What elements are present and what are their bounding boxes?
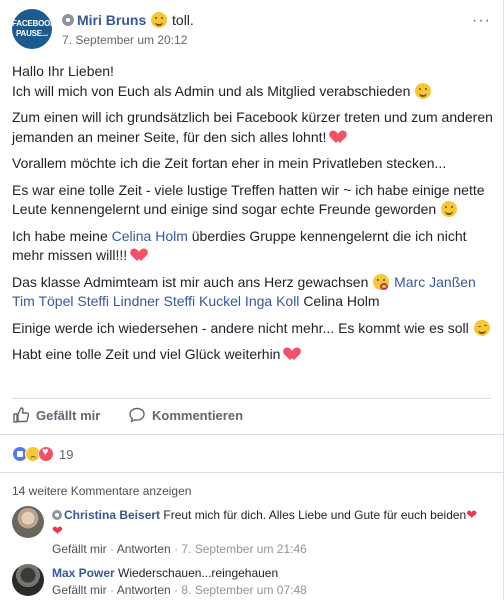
thumbs-up-icon bbox=[13, 407, 30, 423]
group-avatar[interactable]: FACEBOOK PAUSE... bbox=[12, 9, 52, 49]
heart-emoji-icon bbox=[330, 130, 346, 144]
like-button[interactable]: Gefällt mir bbox=[12, 406, 100, 424]
comment-time[interactable]: 8. September um 07:48 bbox=[181, 583, 306, 597]
love-reaction-icon bbox=[38, 446, 54, 462]
farewell-line: Ich will mich von Euch als Admin und als… bbox=[12, 82, 411, 99]
comment-meta: Gefällt mir · Antworten · 7. September u… bbox=[52, 542, 307, 556]
heart-emoji-icon bbox=[284, 347, 300, 361]
divider bbox=[0, 472, 503, 473]
comment-meta: Gefällt mir · Antworten · 8. September u… bbox=[52, 583, 307, 597]
comment-body: Wiederschauen...reingehauen bbox=[118, 566, 279, 580]
more-options-button[interactable]: ··· bbox=[472, 12, 491, 30]
feeling-emoji-icon bbox=[151, 12, 168, 28]
comment-label: Kommentieren bbox=[152, 407, 244, 423]
reaction-count: 19 bbox=[59, 446, 74, 462]
comment-reply-link[interactable]: Antworten bbox=[117, 583, 171, 597]
paragraph-6-before: Das klasse Admimteam ist mir auch ans He… bbox=[12, 273, 369, 290]
kiss-emoji-icon bbox=[373, 273, 390, 290]
author-line: Miri Bruns toll. bbox=[62, 12, 194, 28]
reactions-summary[interactable]: 19 bbox=[12, 446, 73, 462]
avatar-text-line1: FACEBOOK bbox=[12, 19, 52, 28]
paragraph-2: Zum einen will ich grundsätzlich bei Fac… bbox=[12, 108, 497, 147]
author-name[interactable]: Miri Bruns bbox=[77, 12, 146, 28]
comment-text: Christina Beisert Freut mich für dich. A… bbox=[52, 507, 484, 539]
paragraph-8: Habt eine tolle Zeit und viel Glück weit… bbox=[12, 345, 497, 365]
comment-button[interactable]: Kommentieren bbox=[128, 406, 243, 424]
comment-time[interactable]: 7. September um 21:46 bbox=[181, 542, 306, 556]
comment-reply-link[interactable]: Antworten bbox=[117, 542, 171, 556]
smile-emoji-icon bbox=[441, 201, 458, 217]
greeting: Hallo Ihr Lieben! bbox=[12, 63, 114, 79]
comment-icon bbox=[129, 407, 145, 423]
feeling-text: toll. bbox=[172, 12, 194, 28]
paragraph-5: Ich habe meine Celina Holm überdies Grup… bbox=[12, 227, 497, 266]
mention-celina-holm[interactable]: Celina Holm bbox=[112, 228, 188, 244]
smile-emoji-icon bbox=[415, 82, 432, 99]
post-body: Hallo Ihr Lieben! Ich will mich von Euch… bbox=[12, 62, 497, 372]
heart-emoji-icon bbox=[131, 248, 147, 262]
view-more-comments-link[interactable]: 14 weitere Kommentare anzeigen bbox=[12, 484, 191, 498]
post-timestamp[interactable]: 7. September um 20:12 bbox=[62, 33, 187, 47]
paragraph-4: Es war eine tolle Zeit - viele lustige T… bbox=[12, 181, 497, 220]
comment-text: Max Power Wiederschauen...reingehauen bbox=[52, 565, 484, 581]
globe-icon bbox=[62, 14, 74, 26]
paragraph-6-after: Celina Holm bbox=[303, 293, 380, 309]
paragraph-5-before: Ich habe meine bbox=[12, 227, 112, 244]
paragraph-4-text: Es war eine tolle Zeit - viele lustige T… bbox=[12, 181, 485, 218]
paragraph-7: Einige werde ich wiedersehen - andere ni… bbox=[12, 319, 497, 339]
avatar[interactable] bbox=[12, 506, 44, 538]
profile-badge-icon bbox=[52, 510, 62, 520]
comment-body: Freut mich für dich. Alles Liebe und Gut… bbox=[163, 508, 467, 522]
post-card: FACEBOOK PAUSE... Miri Bruns toll. 7. Se… bbox=[0, 0, 504, 600]
wink-emoji-icon bbox=[473, 319, 490, 336]
comment-like-link[interactable]: Gefällt mir bbox=[52, 583, 107, 597]
avatar[interactable] bbox=[12, 564, 44, 596]
paragraph-7-text: Einige werde ich wiedersehen - andere ni… bbox=[12, 319, 469, 336]
like-label: Gefällt mir bbox=[36, 407, 101, 423]
comment-like-link[interactable]: Gefällt mir bbox=[52, 542, 107, 556]
paragraph-8-text: Habt eine tolle Zeit und viel Glück weit… bbox=[12, 346, 281, 362]
paragraph-6: Das klasse Admimteam ist mir auch ans He… bbox=[12, 273, 497, 312]
comment-author[interactable]: Christina Beisert bbox=[64, 508, 160, 522]
avatar-text-line2: PAUSE... bbox=[15, 29, 49, 38]
divider bbox=[0, 434, 503, 435]
divider bbox=[12, 398, 491, 399]
comment-author[interactable]: Max Power bbox=[52, 566, 115, 580]
paragraph-2-text: Zum einen will ich grundsätzlich bei Fac… bbox=[12, 109, 493, 145]
paragraph-1: Hallo Ihr Lieben! Ich will mich von Euch… bbox=[12, 62, 497, 101]
paragraph-3: Vorallem möchte ich die Zeit fortan eher… bbox=[12, 155, 447, 171]
